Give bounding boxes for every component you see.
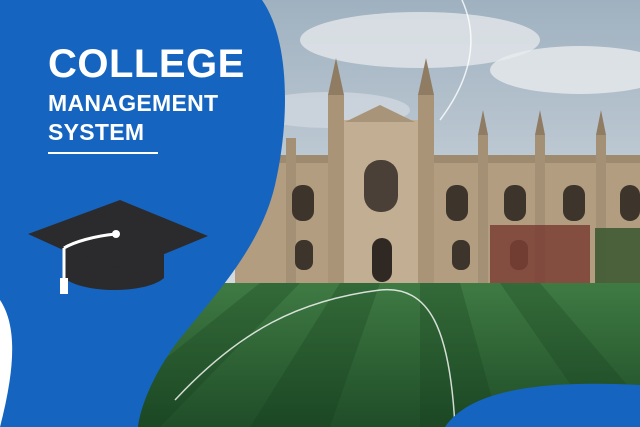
title-line-3: SYSTEM xyxy=(48,121,158,154)
title-line-2: MANAGEMENT xyxy=(48,90,219,116)
banner: COLLEGE MANAGEMENT SYSTEM xyxy=(0,0,640,427)
title-line-1: COLLEGE xyxy=(48,42,245,86)
graduation-cap-icon xyxy=(28,200,208,294)
page-title: COLLEGE MANAGEMENT SYSTEM xyxy=(48,44,245,154)
